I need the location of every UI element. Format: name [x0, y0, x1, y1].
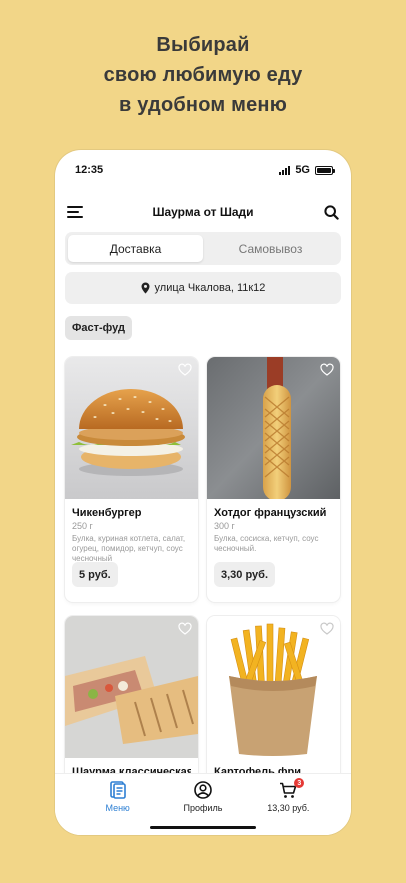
- address-selector[interactable]: улица Чкалова, 11к12: [65, 272, 341, 304]
- status-time: 12:35: [75, 164, 104, 176]
- favorite-heart-icon[interactable]: [178, 363, 192, 377]
- product-image-burger: [65, 357, 198, 499]
- tab-cart[interactable]: 3 13,30 руб.: [248, 778, 328, 835]
- product-card[interactable]: Хотдог французский 300 г Булка, сосиска,…: [207, 357, 340, 602]
- battery-icon: [315, 165, 335, 175]
- menu-book-icon: [108, 780, 128, 800]
- product-image-fries: [207, 616, 340, 758]
- delivery-mode-toggle: Доставка Самовывоз: [65, 232, 341, 265]
- product-name: Хотдог французский: [214, 507, 327, 519]
- product-grid: Чикенбургер 250 г Булка, куриная котлета…: [65, 357, 341, 835]
- promo-line-3: в удобном меню: [118, 94, 287, 116]
- promo-line-1: Выбирай: [156, 34, 250, 56]
- promo-heading: Выбирай свою любимую еду в удобном меню: [0, 30, 406, 120]
- network-type: 5G: [295, 164, 310, 176]
- product-image-shawarma: [65, 616, 198, 758]
- product-weight: 250 г: [72, 521, 93, 531]
- tab-menu-label: Меню: [105, 803, 130, 813]
- product-description: Булка, сосиска, кетчуп, соус чесночный.: [214, 534, 319, 553]
- cart-count-badge: 3: [294, 778, 305, 788]
- favorite-heart-icon[interactable]: [320, 363, 334, 377]
- status-bar: 12:35 5G: [75, 162, 335, 178]
- hamburger-menu-icon[interactable]: [65, 202, 85, 222]
- promo-line-2: свою любимую еду: [103, 64, 303, 86]
- favorite-heart-icon[interactable]: [320, 622, 334, 636]
- phone-screen: 12:35 5G Шаурма от Шади Доставка Самовыв…: [55, 150, 351, 835]
- product-description: Булка, куриная котлета, салат, огурец, п…: [72, 534, 186, 563]
- signal-icon: [279, 165, 291, 175]
- category-chip[interactable]: Фаст-фуд: [65, 316, 132, 340]
- tab-menu[interactable]: Меню: [78, 780, 158, 835]
- product-name: Чикенбургер: [72, 507, 142, 519]
- tab-pickup[interactable]: Самовывоз: [203, 235, 338, 262]
- location-pin-icon: [141, 282, 150, 294]
- tab-delivery[interactable]: Доставка: [68, 235, 203, 262]
- price-button[interactable]: 3,30 руб.: [214, 562, 276, 587]
- product-card[interactable]: Чикенбургер 250 г Булка, куриная котлета…: [65, 357, 198, 602]
- search-icon[interactable]: [321, 202, 341, 222]
- product-weight: 300 г: [214, 521, 235, 531]
- cart-total: 13,30 руб.: [267, 803, 310, 813]
- favorite-heart-icon[interactable]: [178, 622, 192, 636]
- home-indicator: [150, 826, 256, 829]
- price-button[interactable]: 5 руб.: [72, 562, 118, 587]
- tab-profile-label: Профиль: [183, 803, 223, 813]
- page-title: Шаурма от Шади: [152, 205, 254, 219]
- app-header: Шаурма от Шади: [65, 200, 341, 224]
- address-text: улица Чкалова, 11к12: [154, 282, 266, 294]
- product-image-hotdog: [207, 357, 340, 499]
- profile-icon: [193, 780, 213, 800]
